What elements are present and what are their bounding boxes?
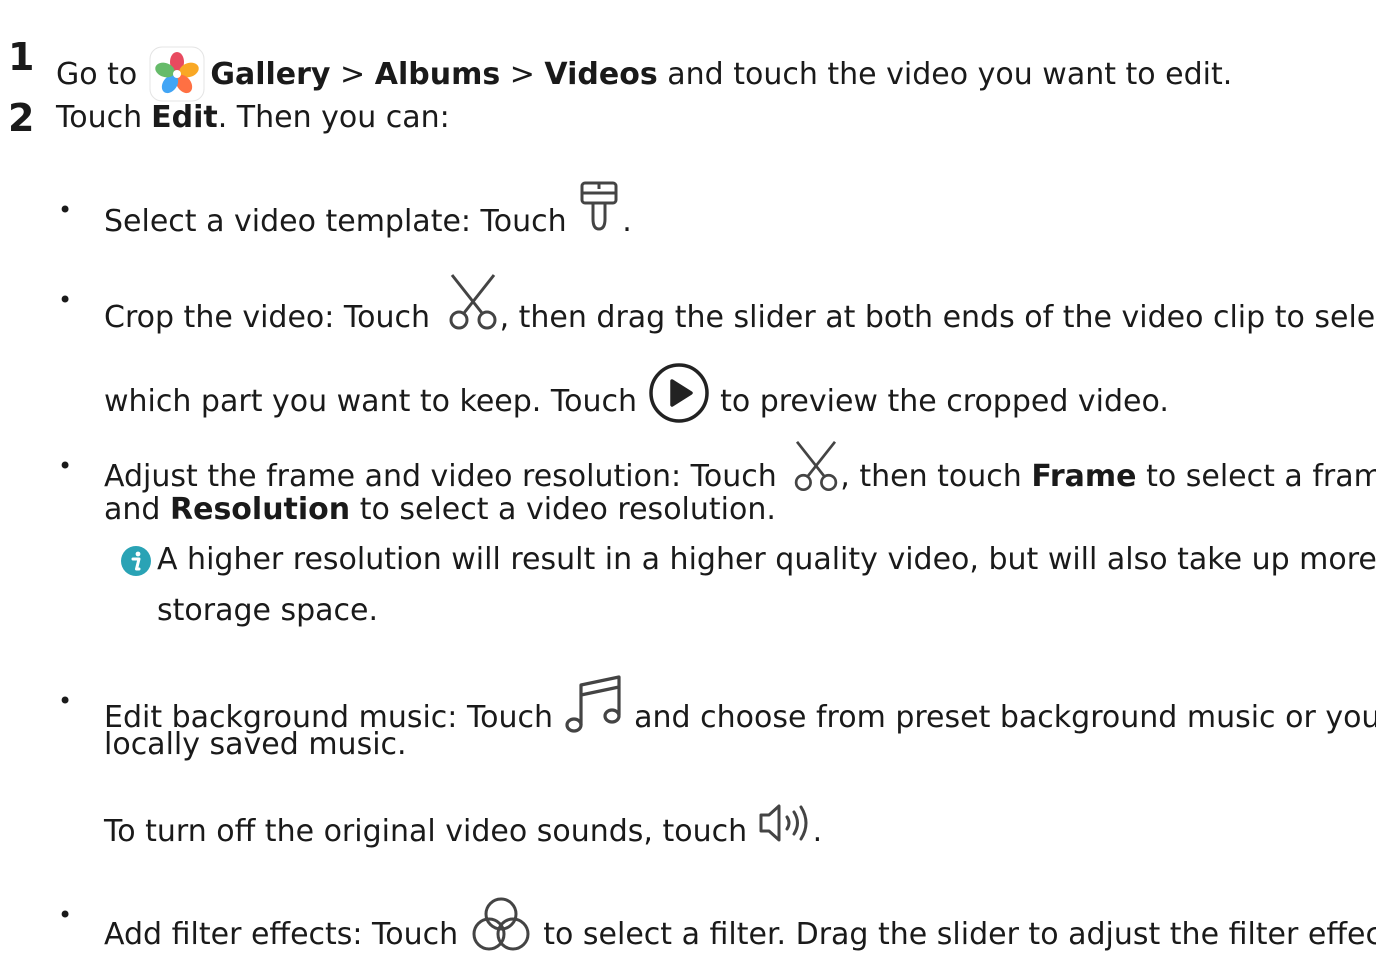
bullet-text-part: Add filter effects: Touch [104,917,459,952]
info-icon [120,545,152,577]
step-text-part: > [509,57,535,92]
speaker-icon [757,801,817,845]
bullet: • [58,196,73,224]
bullet-text: which part you want to keep. Touch to pr… [104,357,1169,423]
bullet-text-part: Crop the video: Touch [104,300,431,335]
bullet-text: Select a video template: Touch . [104,181,632,241]
step-text-part: Go to [56,57,138,92]
music-note-icon [563,673,625,735]
bullet-text-part: and [104,492,161,527]
bullet-text: locally saved music. [104,727,407,762]
bullet-text-part: To turn off the original video sounds, t… [104,814,748,849]
step-text: Touch Edit. Then you can: [56,99,450,137]
filter-circles-icon [468,894,534,958]
bullet-text-part: to select a video resolution. [359,492,776,527]
bullet: • [58,687,73,715]
bullet-text-part: which part you want to keep. Touch [104,384,637,419]
bullet-text-part: . [622,204,632,239]
step-text-part: > [340,57,366,92]
step-text: Go to Gallery > Albums > Videos and touc… [56,38,1233,102]
note-text: A higher resolution will result in a hig… [157,542,1376,577]
bullet: • [58,901,73,929]
bullet-text: Add filter effects: Touch to select a fi… [104,890,1376,954]
bullet-text: To turn off the original video sounds, t… [104,804,822,851]
bullet-text-part: to select a filter. Drag the slider to a… [543,917,1376,952]
bullet-text-part: Adjust the frame and video resolution: T… [104,459,777,494]
step-text-part: . Then you can: [217,100,450,135]
bullet-text-part: , then touch [840,459,1022,494]
bullet-text-part: and choose from preset background music … [634,700,1376,735]
bullet-text: Crop the video: Touch , then drag the sl… [104,273,1376,337]
edit-label: Edit [151,100,218,135]
bullet-text: Adjust the frame and video resolution: T… [104,440,1376,496]
albums-label: Albums [374,57,501,92]
bullet-text-part: , then drag the slider at both ends of t… [499,300,1376,335]
bullet-text: and Resolution to select a video resolut… [104,491,776,529]
bullet: • [58,452,73,480]
note-text: storage space. [157,593,379,628]
step-text-part: Touch [56,100,143,135]
gallery-label: Gallery [210,57,331,92]
scissors-icon [786,440,846,496]
step-number: 1 [8,35,35,79]
resolution-label: Resolution [170,492,351,527]
step-number: 2 [8,96,35,140]
scissors-icon [440,273,506,335]
bullet-text-part: Select a video template: Touch [104,204,567,239]
bullet-text-part: to preview the cropped video. [720,384,1169,419]
bullet-text-part: to select a frame, [1146,459,1376,494]
gallery-app-icon [149,46,205,102]
step-text-part: and touch the video you want to edit. [667,57,1233,92]
play-icon [647,361,711,425]
videos-label: Videos [544,57,658,92]
paintbrush-icon [576,179,622,235]
frame-label: Frame [1031,459,1137,494]
bullet: • [58,286,73,314]
